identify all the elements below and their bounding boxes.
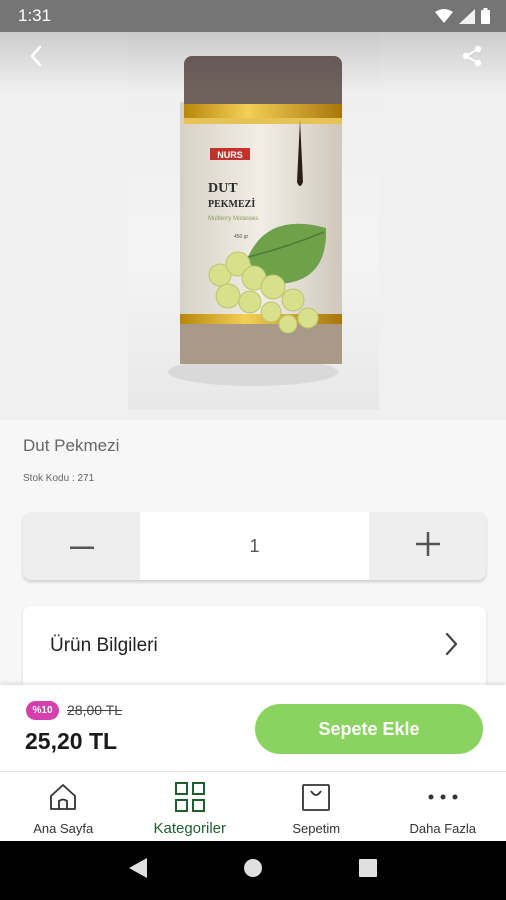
share-button[interactable]	[456, 42, 488, 74]
android-navigation-bar	[0, 841, 506, 900]
product-name: Dut Pekmezi	[23, 436, 120, 455]
old-price: 28,00 TL	[67, 702, 123, 718]
square-recents-icon	[359, 859, 378, 882]
wifi-icon	[435, 9, 453, 23]
android-back-button[interactable]	[118, 851, 158, 891]
nav-label-home: Ana Sayfa	[33, 821, 94, 836]
circle-home-icon	[243, 858, 263, 883]
home-icon	[46, 780, 80, 814]
image-brand-text: NURS	[217, 150, 243, 160]
image-weight: 450 gr	[234, 234, 249, 240]
discount-badge: %10	[26, 701, 59, 720]
price-bar: %10 28,00 TL 25,20 TL Sepete Ekle	[0, 685, 506, 771]
add-to-cart-button[interactable]: Sepete Ekle	[255, 704, 483, 754]
back-button[interactable]	[20, 42, 52, 74]
chevron-left-icon	[29, 45, 43, 72]
share-icon	[461, 45, 483, 72]
quantity-stepper: 1	[23, 512, 486, 580]
nav-label-more: Daha Fazla	[409, 821, 476, 836]
current-price: 25,20 TL	[25, 728, 118, 754]
more-icon	[426, 780, 460, 814]
quantity-decrease-button[interactable]	[23, 512, 140, 580]
chevron-right-icon	[444, 632, 458, 661]
nav-item-categories[interactable]: Kategoriler	[127, 772, 254, 841]
image-title-line1: DUT	[208, 181, 238, 196]
battery-icon	[481, 8, 490, 24]
bag-icon	[299, 780, 333, 814]
grid-icon	[173, 780, 207, 814]
product-hero: NURS DUT PEKMEZİ Mulberry Molasses 450 g…	[0, 32, 506, 420]
nav-label-cart: Sepetim	[292, 821, 341, 836]
status-bar: 1:31	[0, 0, 506, 32]
hero-top-shade	[0, 32, 506, 92]
nav-label-categories: Kategoriler	[153, 820, 227, 837]
image-title-line2: PEKMEZİ	[208, 198, 255, 210]
android-home-button[interactable]	[233, 851, 273, 891]
signal-icon	[459, 8, 475, 24]
plus-icon	[415, 531, 440, 561]
minus-icon	[69, 537, 94, 555]
quantity-increase-button[interactable]	[369, 512, 486, 580]
nav-item-more[interactable]: Daha Fazla	[380, 772, 506, 841]
quantity-value[interactable]: 1	[140, 512, 369, 580]
status-icons	[435, 8, 490, 24]
stock-code-value: 271	[77, 473, 95, 484]
image-subtitle: Mulberry Molasses	[208, 216, 258, 222]
nav-item-cart[interactable]: Sepetim	[253, 772, 380, 841]
triangle-back-icon	[128, 858, 147, 883]
android-recents-button[interactable]	[348, 851, 388, 891]
stock-code-label: Stok Kodu :	[23, 473, 78, 484]
nav-item-home[interactable]: Ana Sayfa	[0, 772, 127, 841]
product-info-row[interactable]: Ürün Bilgileri	[23, 606, 486, 686]
bottom-navigation: Ana Sayfa Kategoriler Sepetim Daha Fazla	[0, 771, 506, 841]
stock-code-row: Stok Kodu : 271	[23, 473, 94, 484]
product-info-label: Ürün Bilgileri	[50, 635, 158, 656]
status-time: 1:31	[18, 6, 52, 25]
